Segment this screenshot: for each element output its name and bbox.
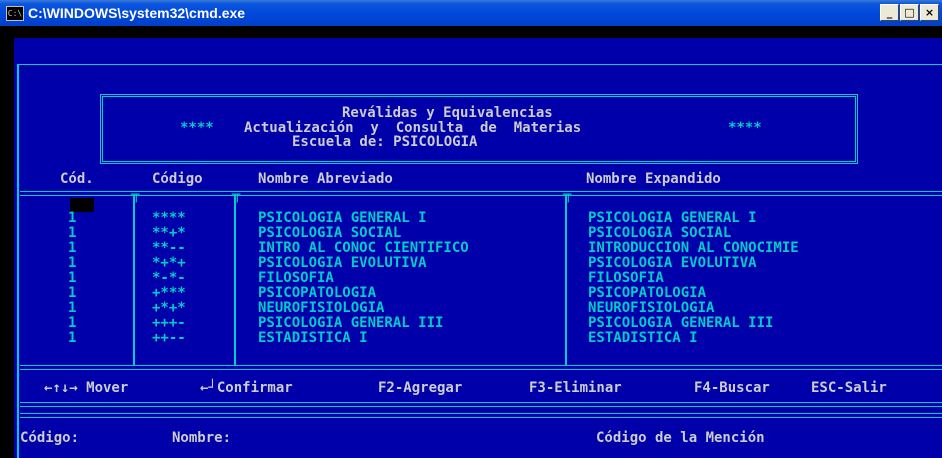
column-separator-2 xyxy=(234,195,236,365)
cell-nombre-expandido: PSICOLOGIA GENERAL III xyxy=(588,315,774,331)
cell-cod: 1 xyxy=(68,285,77,301)
header-stars-left: **** xyxy=(180,120,214,136)
cell-nombre-abreviado: ESTADISTICA I xyxy=(258,330,368,346)
cell-codigo: **** xyxy=(152,210,186,226)
cell-codigo: *-*- xyxy=(152,270,186,286)
codigo-label: Código: xyxy=(20,430,80,446)
cell-codigo: **-- xyxy=(152,240,186,256)
outer-top-border xyxy=(18,64,942,65)
window-titlebar[interactable]: C:\ C:\WINDOWS\system32\cmd.exe _ □ × xyxy=(0,0,942,26)
table-bottom-border xyxy=(20,365,942,370)
minimize-button[interactable]: _ xyxy=(880,4,899,21)
maximize-button[interactable]: □ xyxy=(900,4,919,21)
footer-separator xyxy=(20,402,942,407)
cell-nombre-abreviado: PSICOLOGIA SOCIAL xyxy=(258,225,402,241)
confirmar-command[interactable]: ←┘Confirmar xyxy=(200,380,293,396)
app-screen: Reválidas y Equivalencias **** Actualiza… xyxy=(14,38,942,458)
cell-nombre-abreviado: NEUROFISIOLOGIA xyxy=(258,300,385,316)
close-button[interactable]: × xyxy=(920,4,939,21)
cmd-app-icon[interactable]: C:\ xyxy=(6,6,24,21)
cell-nombre-abreviado: FILOSOFIA xyxy=(258,270,334,286)
header-school: Escuela de: PSICOLOGIA xyxy=(292,134,478,150)
column-separator-3 xyxy=(565,195,567,365)
cell-nombre-expandido: FILOSOFIA xyxy=(588,270,664,286)
buscar-command[interactable]: F4-Buscar xyxy=(694,380,770,396)
eliminar-command[interactable]: F3-Eliminar xyxy=(529,380,622,396)
nombre-label: Nombre: xyxy=(172,430,232,446)
cell-codigo: +*+* xyxy=(152,300,186,316)
cell-nombre-abreviado: PSICOLOGIA GENERAL I xyxy=(258,210,427,226)
cell-nombre-expandido: PSICOLOGIA EVOLUTIVA xyxy=(588,255,757,271)
column-header-codigo: Código xyxy=(152,171,203,187)
cell-codigo: **+* xyxy=(152,225,186,241)
mencion-label: Código de la Mención xyxy=(596,430,765,446)
column-header-nombre-abreviado: Nombre Abreviado xyxy=(258,171,393,187)
cell-codigo: +*** xyxy=(152,285,186,301)
header-separator xyxy=(20,191,942,196)
cell-nombre-abreviado: INTRO AL CONOC CIENTIFICO xyxy=(258,240,469,256)
column-header-nombre-expandido: Nombre Expandido xyxy=(586,171,721,187)
outer-left-border xyxy=(17,64,19,442)
cell-nombre-abreviado: PSICOPATOLOGIA xyxy=(258,285,377,301)
cell-nombre-expandido: PSICOPATOLOGIA xyxy=(588,285,707,301)
header-title: Reválidas y Equivalencias xyxy=(342,105,553,121)
cell-codigo: *+*+ xyxy=(152,255,186,271)
status-left-border xyxy=(17,416,19,458)
cell-cod: 1 xyxy=(68,300,77,316)
cell-codigo: +++- xyxy=(152,315,186,331)
cell-nombre-expandido: NEUROFISIOLOGIA xyxy=(588,300,715,316)
window-title: C:\WINDOWS\system32\cmd.exe xyxy=(28,5,246,21)
status-separator xyxy=(20,413,942,418)
cell-nombre-expandido: PSICOLOGIA GENERAL I xyxy=(588,210,757,226)
cell-nombre-abreviado: PSICOLOGIA GENERAL III xyxy=(258,315,444,331)
cell-cod: 1 xyxy=(68,240,77,256)
cell-cod: 1 xyxy=(68,255,77,271)
cell-cod: 1 xyxy=(68,225,77,241)
cell-nombre-expandido: ESTADISTICA I xyxy=(588,330,698,346)
cell-cod: 1 xyxy=(68,270,77,286)
cell-cod: 1 xyxy=(68,210,77,226)
agregar-command[interactable]: F2-Agregar xyxy=(378,380,462,396)
cell-cod: 1 xyxy=(68,330,77,346)
cell-cod: 1 xyxy=(68,315,77,331)
salir-command[interactable]: ESC-Salir xyxy=(811,380,887,396)
header-stars-right: **** xyxy=(728,120,762,136)
column-separator-1 xyxy=(133,195,135,365)
column-header-cod: Cód. xyxy=(60,171,94,187)
cell-nombre-abreviado: PSICOLOGIA EVOLUTIVA xyxy=(258,255,427,271)
mover-command[interactable]: ←↑↓→ Mover xyxy=(44,380,128,396)
cell-nombre-expandido: PSICOLOGIA SOCIAL xyxy=(588,225,732,241)
cell-nombre-expandido: INTRODUCCION AL CONOCIMIE xyxy=(588,240,799,256)
cell-codigo: ++-- xyxy=(152,330,186,346)
